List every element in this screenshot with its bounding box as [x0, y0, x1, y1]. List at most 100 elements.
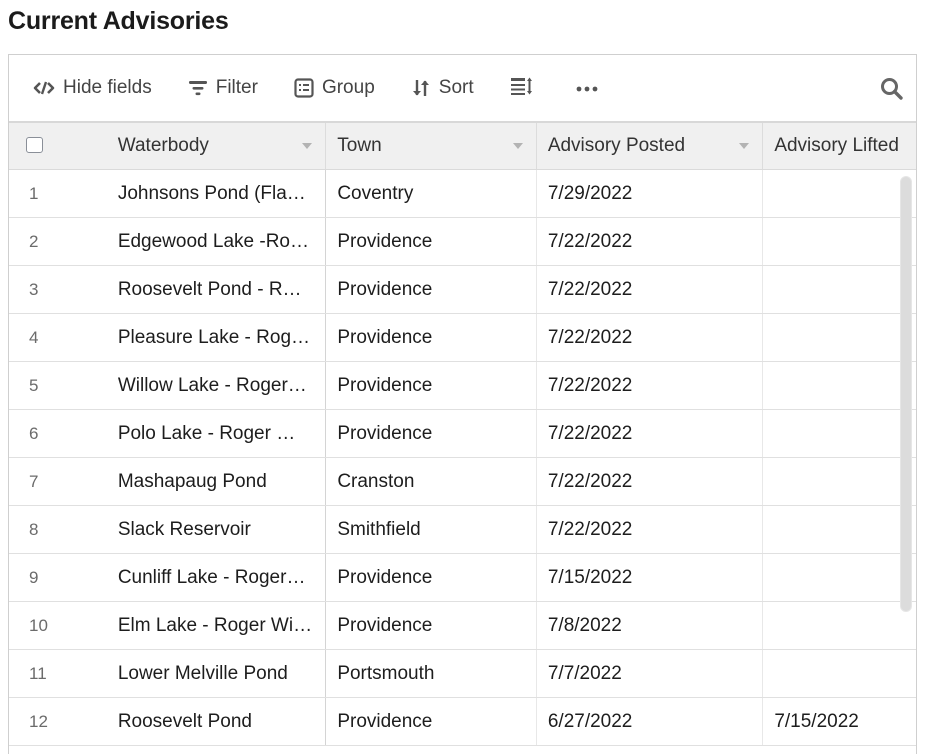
column-menu-caret-icon[interactable] — [739, 143, 750, 149]
advisory-posted-cell[interactable]: 7/22/2022 — [537, 458, 764, 505]
row-number: 3 — [29, 279, 39, 299]
filter-button[interactable]: Filter — [188, 77, 258, 99]
advisory-posted-cell[interactable]: 7/22/2022 — [537, 506, 764, 553]
sort-icon — [411, 79, 431, 97]
column-header-town[interactable]: Town — [326, 123, 537, 169]
advisory-lifted-cell[interactable] — [763, 554, 916, 601]
select-all-checkbox[interactable] — [26, 136, 43, 153]
waterbody-cell[interactable]: Cunliff Lake - Roger… — [107, 554, 327, 601]
column-menu-caret-icon[interactable] — [302, 143, 313, 149]
advisory-lifted-cell[interactable] — [763, 170, 916, 217]
table-row[interactable]: 2 Edgewood Lake -Ro… Providence 7/22/2022 — [9, 218, 916, 266]
advisory-posted-cell[interactable]: 7/22/2022 — [537, 410, 764, 457]
table-row[interactable]: 12 Roosevelt Pond Providence 6/27/2022 7/15/… — [9, 698, 916, 746]
row-number: 12 — [29, 711, 48, 731]
waterbody-cell[interactable]: Mashapaug Pond — [107, 458, 327, 505]
column-header-waterbody[interactable]: Waterbody — [107, 123, 327, 169]
town-cell[interactable]: Providence — [326, 410, 537, 457]
waterbody-cell[interactable]: Polo Lake - Roger … — [107, 410, 327, 457]
advisory-posted-cell[interactable]: 7/22/2022 — [537, 218, 764, 265]
search-icon — [880, 78, 904, 105]
waterbody-cell[interactable]: Edgewood Lake -Ro… — [107, 218, 327, 265]
waterbody-cell[interactable]: Roosevelt Pond — [107, 698, 327, 745]
waterbody-cell[interactable]: Slack Reservoir — [107, 506, 327, 553]
column-menu-caret-icon[interactable] — [512, 143, 523, 149]
advisory-lifted-cell[interactable] — [763, 650, 916, 697]
table-row[interactable]: 9 Cunliff Lake - Roger… Providence 7/15/202… — [9, 554, 916, 602]
waterbody-cell[interactable]: Johnsons Pond (Fla… — [107, 170, 327, 217]
table-row[interactable]: 6 Polo Lake - Roger … Providence 7/22/2022 — [9, 410, 916, 458]
table-row[interactable]: 1 Johnsons Pond (Fla… Coventry 7/29/2022 — [9, 170, 916, 218]
advisory-posted-cell[interactable]: 7/22/2022 — [537, 266, 764, 313]
records-table: Waterbody Town Advisory Posted Advisory … — [9, 123, 916, 746]
column-label: Advisory Posted — [547, 135, 686, 156]
hide-fields-button[interactable]: Hide fields — [33, 77, 152, 99]
advisory-posted-cell[interactable]: 7/8/2022 — [537, 602, 764, 649]
row-number: 8 — [29, 519, 39, 539]
row-number: 4 — [29, 327, 39, 347]
waterbody-cell[interactable]: Willow Lake - Roger… — [107, 362, 327, 409]
advisory-posted-cell[interactable]: 7/29/2022 — [537, 170, 764, 217]
column-header-advisory-lifted[interactable]: Advisory Lifted — [763, 123, 916, 169]
advisory-posted-cell[interactable]: 7/22/2022 — [537, 362, 764, 409]
town-cell[interactable]: Smithfield — [326, 506, 537, 553]
select-all-cell — [9, 123, 107, 169]
sort-button[interactable]: Sort — [411, 77, 474, 99]
town-cell[interactable]: Providence — [326, 554, 537, 601]
group-label: Group — [321, 77, 375, 98]
table-row[interactable]: 4 Pleasure Lake - Rog… Providence 7/22/2022 — [9, 314, 916, 362]
table-header: Waterbody Town Advisory Posted Advisory … — [9, 123, 916, 170]
town-cell[interactable]: Providence — [326, 698, 537, 745]
row-height-button[interactable] — [510, 76, 534, 101]
hide-fields-icon — [33, 80, 55, 96]
row-number: 5 — [29, 375, 39, 395]
advisory-lifted-cell[interactable] — [763, 314, 916, 361]
advisory-lifted-cell[interactable] — [763, 362, 916, 409]
view-toolbar: Hide fields Filter Group Sort — [9, 55, 916, 123]
table-row[interactable]: 10 Elm Lake - Roger Wi… Providence 7/8/2022 — [9, 602, 916, 650]
town-cell[interactable]: Providence — [326, 362, 537, 409]
waterbody-cell[interactable]: Pleasure Lake - Rog… — [107, 314, 327, 361]
town-cell[interactable]: Portsmouth — [326, 650, 537, 697]
row-number: 6 — [29, 423, 39, 443]
filter-label: Filter — [215, 77, 258, 98]
advisory-posted-cell[interactable]: 7/7/2022 — [537, 650, 764, 697]
town-cell[interactable]: Cranston — [326, 458, 537, 505]
advisory-lifted-cell[interactable] — [763, 410, 916, 457]
group-icon — [294, 78, 314, 98]
group-button[interactable]: Group — [294, 77, 375, 99]
table-row[interactable]: 11 Lower Melville Pond Portsmouth 7/7/2022 — [9, 650, 916, 698]
advisory-lifted-cell[interactable] — [763, 458, 916, 505]
advisory-lifted-cell[interactable] — [763, 506, 916, 553]
table-row[interactable]: 3 Roosevelt Pond - R… Providence 7/22/2022 — [9, 266, 916, 314]
row-number: 7 — [29, 471, 39, 491]
table-row[interactable]: 5 Willow Lake - Roger… Providence 7/22/2022 — [9, 362, 916, 410]
table-row[interactable]: 7 Mashapaug Pond Cranston 7/22/2022 — [9, 458, 916, 506]
more-options-button[interactable] — [576, 79, 598, 97]
table-row[interactable]: 8 Slack Reservoir Smithfield 7/22/2022 — [9, 506, 916, 554]
town-cell[interactable]: Coventry — [326, 170, 537, 217]
search-button[interactable] — [880, 77, 904, 106]
advisory-posted-cell[interactable]: 7/15/2022 — [537, 554, 764, 601]
advisory-lifted-cell[interactable]: 7/15/2022 — [763, 698, 916, 745]
waterbody-cell[interactable]: Lower Melville Pond — [107, 650, 327, 697]
filter-icon — [188, 80, 208, 96]
town-cell[interactable]: Providence — [326, 314, 537, 361]
advisory-lifted-cell[interactable] — [763, 266, 916, 313]
town-cell[interactable]: Providence — [326, 266, 537, 313]
advisory-posted-cell[interactable]: 6/27/2022 — [537, 698, 764, 745]
row-height-icon — [510, 76, 534, 101]
vertical-scrollbar[interactable] — [900, 176, 912, 612]
row-number: 9 — [29, 567, 39, 587]
town-cell[interactable]: Providence — [326, 218, 537, 265]
waterbody-cell[interactable]: Elm Lake - Roger Wi… — [107, 602, 327, 649]
row-number: 1 — [29, 183, 39, 203]
advisory-lifted-cell[interactable] — [763, 602, 916, 649]
waterbody-cell[interactable]: Roosevelt Pond - R… — [107, 266, 327, 313]
column-header-advisory-posted[interactable]: Advisory Posted — [537, 123, 764, 169]
row-number: 10 — [29, 615, 48, 635]
advisory-posted-cell[interactable]: 7/22/2022 — [537, 314, 764, 361]
advisory-lifted-cell[interactable] — [763, 218, 916, 265]
town-cell[interactable]: Providence — [326, 602, 537, 649]
grid-view: Hide fields Filter Group Sort Waterbody … — [8, 54, 917, 754]
